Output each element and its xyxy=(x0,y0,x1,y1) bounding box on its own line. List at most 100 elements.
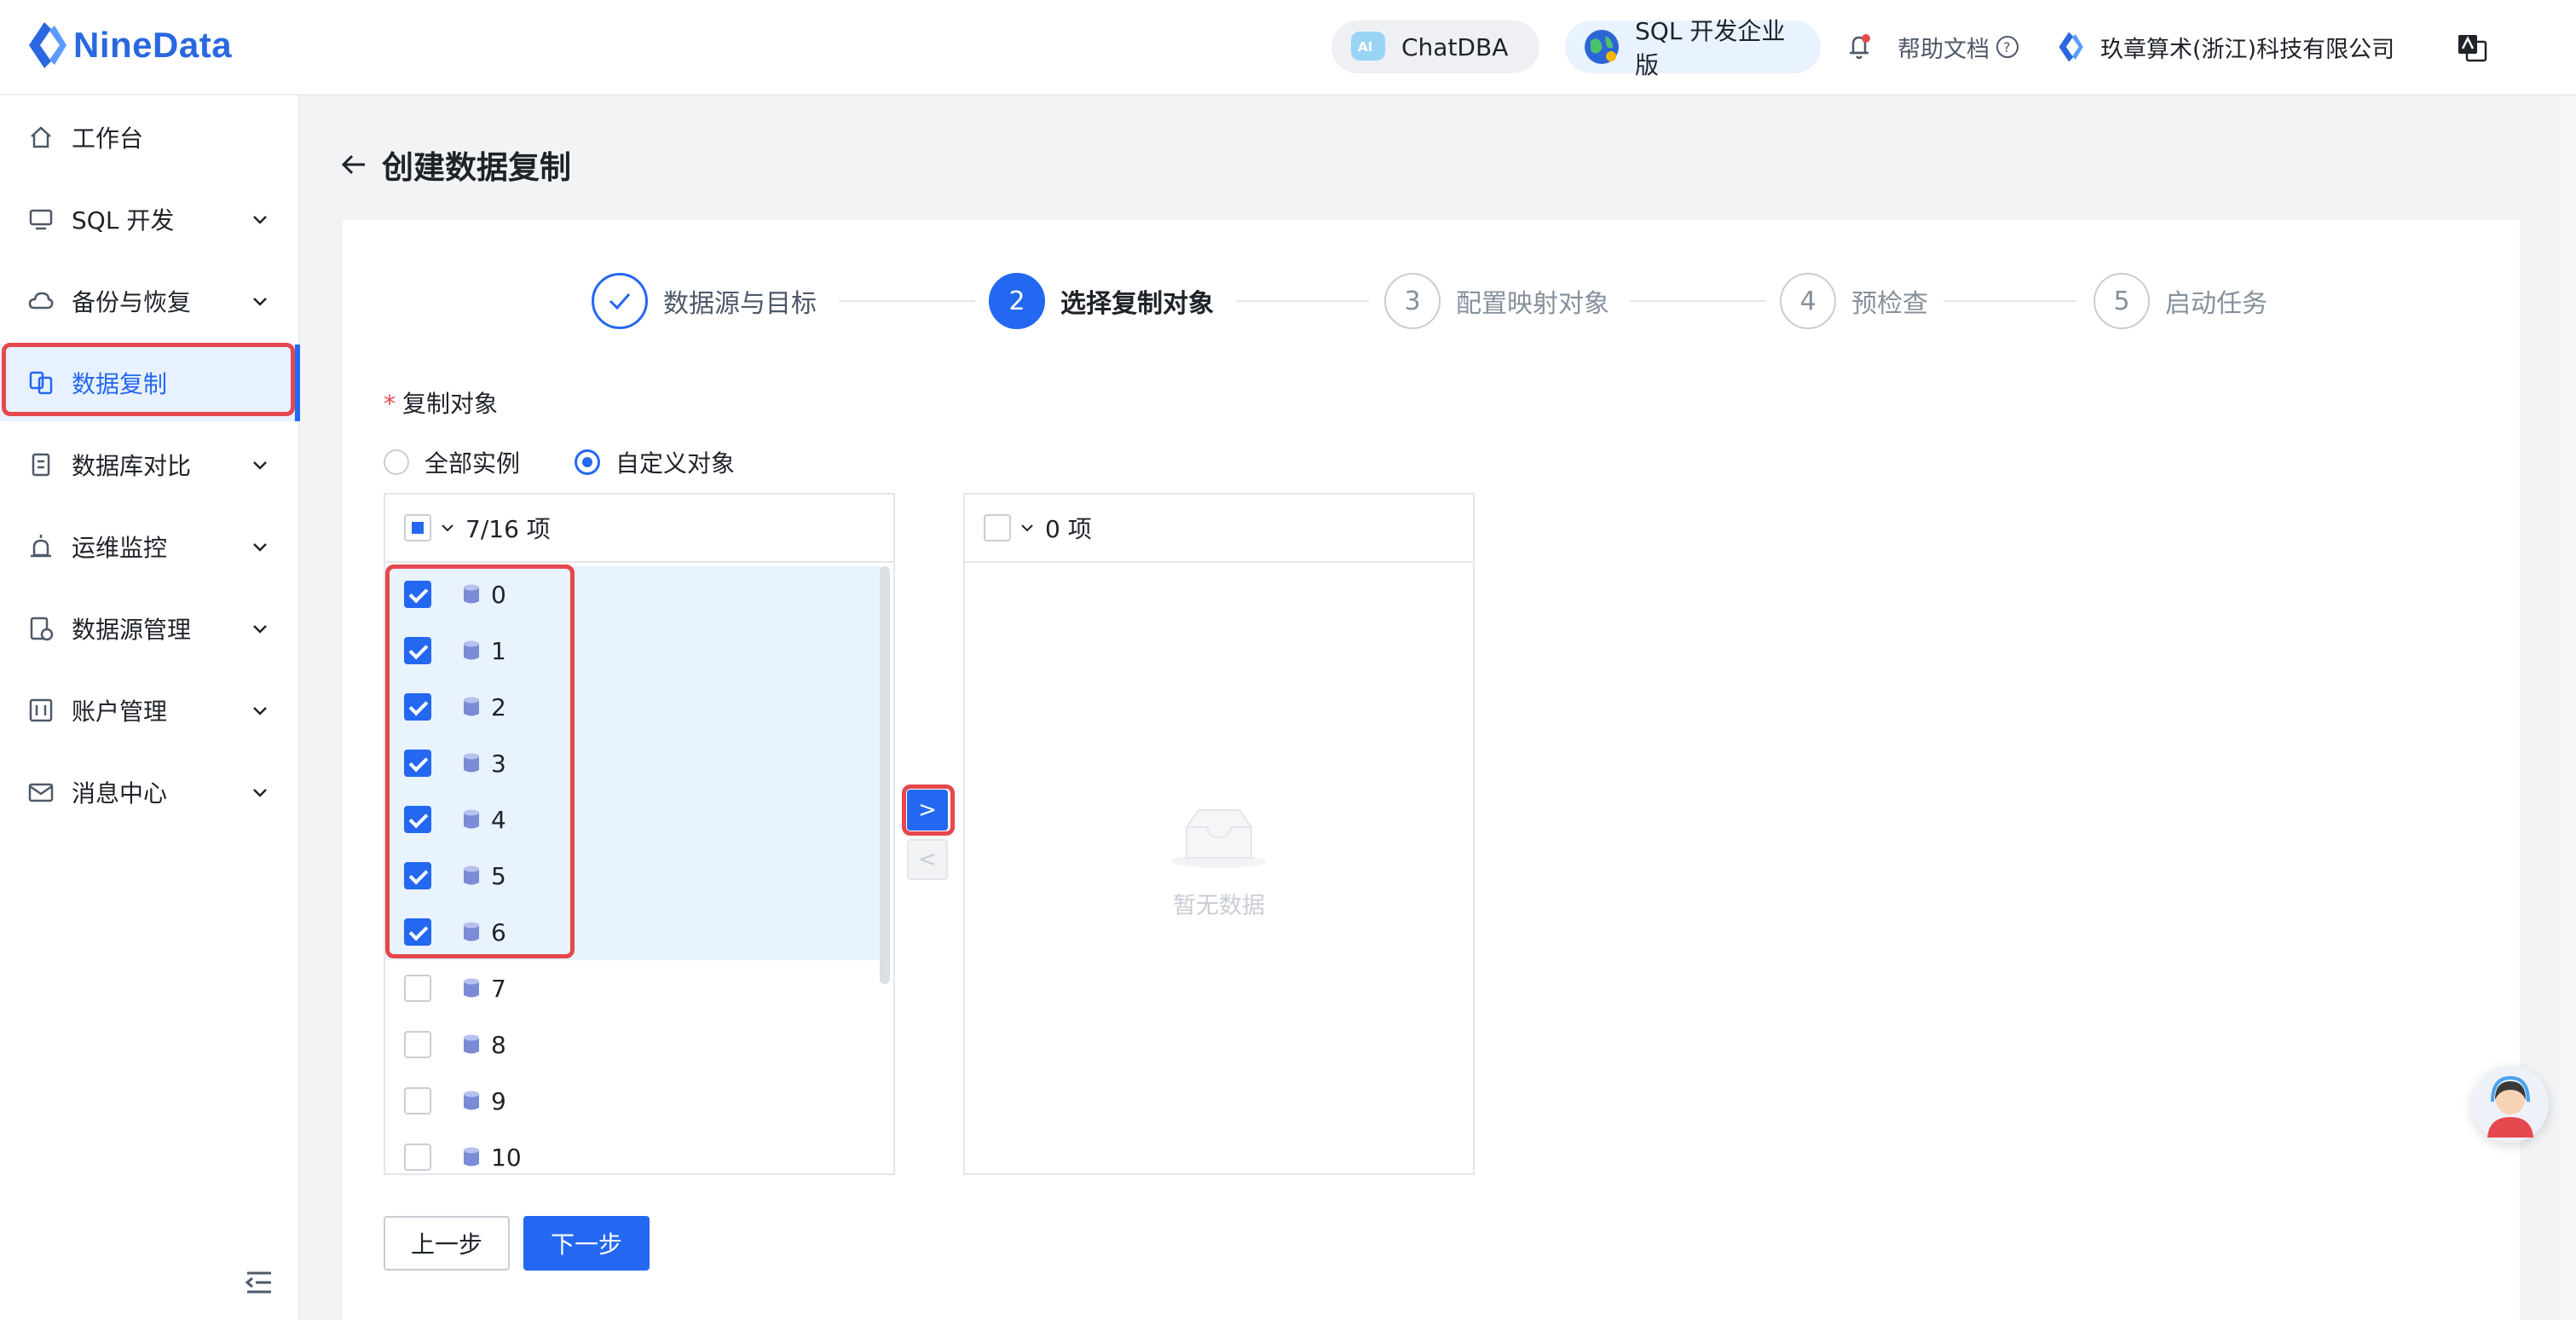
support-agent-icon xyxy=(2487,1075,2533,1138)
check-icon xyxy=(592,273,648,329)
copy-icon xyxy=(29,371,53,395)
move-left-button[interactable]: < xyxy=(907,839,948,880)
list-item[interactable]: 5 xyxy=(385,848,881,904)
datasource-icon xyxy=(30,617,54,641)
item-checkbox[interactable] xyxy=(404,975,431,1002)
step-connector xyxy=(1236,300,1369,302)
database-icon xyxy=(464,1147,479,1167)
step-label: 选择复制对象 xyxy=(1060,289,1214,319)
item-label: 8 xyxy=(491,1030,506,1059)
sidebar-item-account[interactable]: 账户管理 xyxy=(0,672,300,749)
target-list-header: 0 项 xyxy=(965,495,1473,563)
database-icon xyxy=(464,978,479,998)
sidebar-item-label: 数据复制 xyxy=(72,370,168,398)
item-label: 2 xyxy=(491,692,506,721)
list-item[interactable]: 2 xyxy=(385,679,881,735)
select-all-checkbox[interactable] xyxy=(404,514,431,541)
move-right-button[interactable]: > xyxy=(907,790,948,831)
empty-state: 暂无数据 xyxy=(963,802,1475,920)
scrollbar[interactable] xyxy=(880,566,890,984)
sidebar-item-label: 工作台 xyxy=(72,124,144,153)
svg-text:AI: AI xyxy=(1358,39,1372,55)
sidebar-item-messages[interactable]: 消息中心 xyxy=(0,754,300,831)
list-item[interactable]: 10 xyxy=(385,1129,888,1173)
sidebar-item-backup[interactable]: 备份与恢复 xyxy=(0,263,300,339)
list-item[interactable]: 4 xyxy=(385,791,881,848)
sidebar-item-label: 数据源管理 xyxy=(72,616,192,644)
empty-text: 暂无数据 xyxy=(1173,893,1265,919)
sidebar-item-monitoring[interactable]: 运维监控 xyxy=(0,508,300,585)
company-logo-icon xyxy=(2059,32,2083,62)
item-checkbox[interactable] xyxy=(404,806,431,833)
database-icon xyxy=(464,1034,479,1054)
step-connector xyxy=(1630,300,1766,302)
item-label: 6 xyxy=(491,918,506,947)
item-checkbox[interactable] xyxy=(404,637,431,664)
sidebar-item-label: 数据库对比 xyxy=(72,452,192,480)
page-header: 创建数据复制 xyxy=(339,142,571,188)
chevron-down-icon xyxy=(253,543,267,552)
item-checkbox[interactable] xyxy=(404,750,431,777)
item-checkbox[interactable] xyxy=(404,1087,431,1114)
chevron-down-icon[interactable] xyxy=(1019,520,1035,536)
sidebar-item-db-compare[interactable]: 数据库对比 xyxy=(0,426,300,503)
active-indicator xyxy=(295,344,300,421)
radio-all-instances[interactable]: 全部实例 xyxy=(384,445,520,479)
database-icon xyxy=(464,922,479,941)
step-label: 启动任务 xyxy=(2165,289,2267,319)
list-item[interactable]: 6 xyxy=(385,904,881,960)
item-checkbox[interactable] xyxy=(404,1031,431,1058)
database-icon xyxy=(464,1091,479,1110)
list-item[interactable]: 7 xyxy=(385,960,888,1016)
radio-custom-objects[interactable]: 自定义对象 xyxy=(575,445,735,479)
source-list-panel: 7/16 项 0 1 2 3 4 5 6 7 8 9 10 xyxy=(384,493,895,1175)
source-count: 7/16 项 xyxy=(465,515,551,543)
chevron-right-icon: > xyxy=(918,797,937,823)
list-item[interactable]: 8 xyxy=(385,1016,888,1073)
list-item[interactable]: 3 xyxy=(385,735,881,791)
list-item[interactable]: 9 xyxy=(385,1073,888,1129)
back-arrow-icon[interactable] xyxy=(339,149,370,180)
collapse-menu-icon[interactable] xyxy=(242,1265,276,1300)
sidebar-item-datasource[interactable]: 数据源管理 xyxy=(0,590,300,667)
page-scrollbar[interactable] xyxy=(2561,96,2576,1320)
sidebar-item-label: SQL 开发 xyxy=(72,206,175,234)
list-item[interactable]: 0 xyxy=(385,566,881,622)
item-checkbox[interactable] xyxy=(404,862,431,889)
item-label: 0 xyxy=(491,580,506,609)
item-label: 9 xyxy=(491,1086,506,1115)
notification-bell[interactable] xyxy=(1846,26,1872,68)
step-label: 配置映射对象 xyxy=(1456,289,1609,319)
sidebar-item-label: 账户管理 xyxy=(72,698,168,726)
chevron-down-icon[interactable] xyxy=(440,520,455,536)
list-item[interactable]: 1 xyxy=(385,622,881,679)
company-switcher[interactable]: 玖章算术(浙江)科技有限公司 xyxy=(2054,26,2394,68)
chevron-down-icon xyxy=(253,789,267,797)
logo[interactable]: NineData xyxy=(26,19,232,72)
company-name: 玖章算术(浙江)科技有限公司 xyxy=(2100,36,2395,63)
support-avatar[interactable] xyxy=(2472,1066,2549,1143)
top-header: NineData AI ChatDBA SQL 开发企业版 帮助文档 ? 玖章算… xyxy=(0,0,2576,96)
chatdba-button[interactable]: AI ChatDBA xyxy=(1331,20,1539,73)
language-switch[interactable] xyxy=(2455,26,2489,68)
sidebar-item-data-replication[interactable]: 数据复制 xyxy=(0,344,300,421)
compare-icon xyxy=(32,453,50,477)
step-2: 2 选择复制对象 xyxy=(989,271,1214,331)
item-checkbox[interactable] xyxy=(404,1143,431,1171)
database-icon xyxy=(464,809,479,829)
chevron-down-icon xyxy=(253,461,267,470)
sidebar-item-sql-dev[interactable]: SQL 开发 xyxy=(0,181,300,258)
prev-step-button[interactable]: 上一步 xyxy=(384,1216,510,1271)
monitor-icon xyxy=(29,209,53,230)
item-checkbox[interactable] xyxy=(404,693,431,721)
item-checkbox[interactable] xyxy=(404,918,431,946)
sql-edition-button[interactable]: SQL 开发企业版 xyxy=(1565,17,1821,79)
label-text: 复制对象 xyxy=(402,390,499,418)
sidebar-item-workbench[interactable]: 工作台 xyxy=(0,99,300,176)
select-all-checkbox[interactable] xyxy=(984,514,1011,541)
account-icon xyxy=(29,698,53,722)
question-circle-icon: ? xyxy=(1996,36,2019,58)
help-docs-link[interactable]: 帮助文档 ? xyxy=(1897,26,2020,68)
item-checkbox[interactable] xyxy=(404,581,431,608)
next-step-button[interactable]: 下一步 xyxy=(523,1216,650,1271)
